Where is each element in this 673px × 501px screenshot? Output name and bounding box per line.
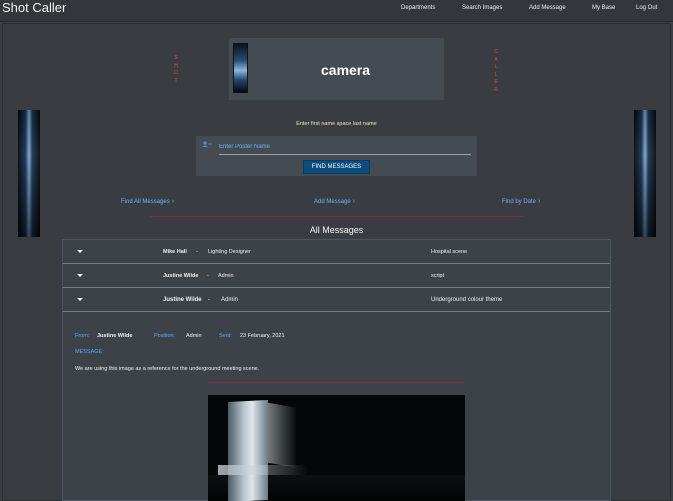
find-by-date-link[interactable]: Find by Date › — [502, 198, 540, 205]
side-image-left — [18, 110, 40, 237]
side-image-right — [634, 110, 656, 237]
message-label: MESSAGE: — [75, 349, 104, 355]
message-body: We are using this image as a reference f… — [75, 366, 260, 372]
person-icon — [202, 141, 212, 147]
header-thumbnail-image — [233, 43, 248, 93]
message-divider — [208, 382, 465, 383]
row-poster-name: Justine Wilde — [163, 273, 199, 279]
row-poster-name: Justine Wilde — [163, 297, 202, 303]
find-all-messages-label: Find All Messages — [121, 199, 170, 205]
position-label: Position: — [154, 333, 176, 339]
nav-link-search-images[interactable]: Search Images — [462, 5, 502, 11]
find-all-messages-link[interactable]: Find All Messages › — [121, 198, 174, 205]
row-position: Lighting Designer — [208, 249, 251, 255]
chevron-right-icon: › — [538, 198, 541, 205]
poster-name-input[interactable] — [219, 140, 471, 155]
caret-down-icon[interactable] — [77, 298, 83, 301]
search-instruction: Enter first name space last name — [296, 121, 377, 127]
row-position: Admin — [221, 297, 239, 303]
row-subject: Hospital scene — [431, 249, 468, 255]
vertical-shot-text: S H O T — [174, 55, 178, 84]
brand-title[interactable]: Shot Caller — [2, 0, 66, 15]
row-poster-name: Mike Hall — [163, 249, 187, 255]
section-divider — [150, 216, 524, 217]
position-value: Admin — [186, 333, 202, 339]
nav-link-add-message[interactable]: Add Message — [529, 5, 566, 11]
row-subject: script — [431, 273, 445, 279]
find-by-date-label: Find by Date — [502, 199, 537, 205]
search-panel: FIND MESSAGES — [196, 136, 477, 176]
from-label: From: — [75, 333, 90, 339]
row-position: Admin — [218, 273, 234, 279]
row-separator: - — [208, 297, 210, 303]
all-messages-title: All Messages — [309, 225, 364, 235]
department-title: camera — [321, 62, 371, 78]
top-nav: Shot Caller Departments Search Images Ad… — [0, 0, 673, 22]
row-separator: - — [196, 249, 198, 255]
add-message-link[interactable]: Add Message › — [314, 198, 355, 205]
row-separator: - — [207, 273, 209, 279]
nav-link-my-base[interactable]: My Base — [592, 5, 615, 11]
caret-down-icon[interactable] — [77, 274, 83, 277]
sent-label: Sent: — [219, 333, 232, 339]
chevron-right-icon: › — [171, 198, 175, 205]
message-row[interactable]: Justine Wilde - Admin script — [63, 264, 610, 288]
nav-link-log-out[interactable]: Log Out — [636, 5, 657, 11]
caret-down-icon[interactable] — [77, 250, 83, 253]
vertical-caller-text: C A L L E R — [494, 49, 498, 93]
from-value: Justine Wilde — [97, 333, 133, 339]
nav-link-departments[interactable]: Departments — [401, 5, 435, 11]
message-row[interactable]: Mike Hall - Lighting Designer Hospital s… — [63, 240, 610, 264]
row-subject: Underground colour theme — [431, 297, 503, 303]
chevron-right-icon: › — [352, 198, 356, 205]
reference-image — [208, 395, 465, 501]
add-message-label: Add Message — [314, 199, 351, 205]
department-header: camera — [229, 38, 444, 100]
find-messages-button[interactable]: FIND MESSAGES — [303, 160, 370, 174]
sent-value: 23 February, 2021 — [240, 333, 285, 339]
message-row-expanded[interactable]: Justine Wilde - Admin Underground colour… — [63, 288, 610, 312]
